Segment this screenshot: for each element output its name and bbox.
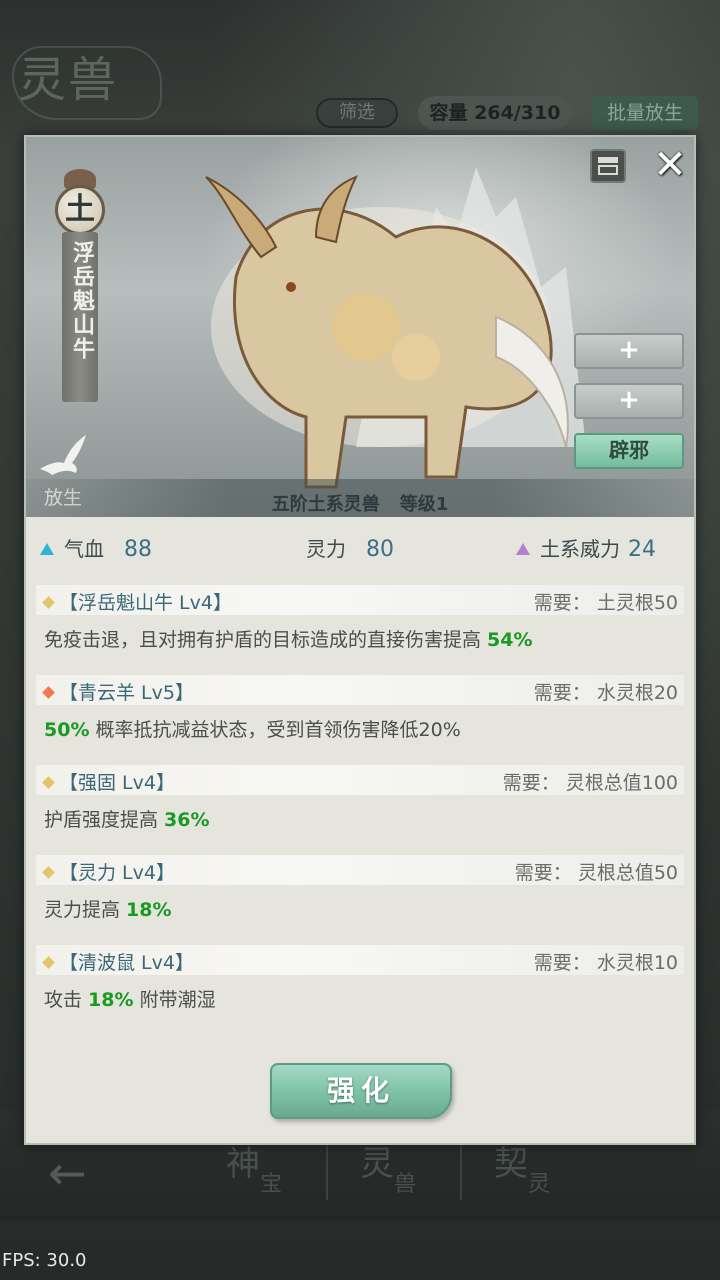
fps-counter: FPS: 30.0 [2, 1250, 87, 1271]
nav-tab-treasure[interactable]: 神 宝 [226, 1136, 326, 1206]
diamond-icon [42, 776, 55, 789]
skill-description: 灵力提高 18% [44, 899, 172, 921]
beast-detail-panel: 土 浮岳魁山牛 放生 ✕ + + 辟邪 五阶土系灵兽等级1 气血88 灵力80 … [24, 135, 696, 1145]
stat-spirit: 灵力 80 [306, 537, 394, 562]
triangle-up-icon [516, 543, 530, 555]
skill-requirement: 需要： 水灵根10 [533, 952, 678, 974]
stats-row: 气血 88 灵力 80 土系威力 24 [26, 533, 694, 569]
close-icon[interactable]: ✕ [652, 145, 688, 185]
add-slot-button[interactable]: + [574, 383, 684, 419]
element-badge: 土 [52, 165, 108, 235]
stat-hp: 气血 88 [40, 533, 152, 562]
nav-tab-contract[interactable]: 契 灵 [494, 1136, 594, 1206]
diamond-icon [42, 866, 55, 879]
skill-requirement: 需要： 灵根总值100 [502, 772, 678, 794]
nav-tab-beast[interactable]: 灵 兽 [360, 1136, 460, 1206]
skill-requirement: 需要： 土灵根50 [533, 592, 678, 614]
skill-item: 【青云羊 Lv5】 需要： 水灵根20 50% 概率抵抗减益状态，受到首领伤害降… [36, 675, 684, 742]
skill-description: 50% 概率抵抗减益状态，受到首领伤害降低20% [44, 719, 461, 741]
back-arrow-icon[interactable]: ← [48, 1146, 87, 1200]
element-earth-icon: 土 [55, 185, 105, 235]
skill-item: 【浮岳魁山牛 Lv4】 需要： 土灵根50 免疫击退，且对拥有护盾的目标造成的直… [36, 585, 684, 652]
upgrade-button[interactable]: 强化 [270, 1063, 452, 1119]
skill-name: 【清波鼠 Lv4】 [59, 952, 194, 974]
beast-name: 浮岳魁山牛 [69, 241, 95, 361]
skill-requirement: 需要： 水灵根20 [533, 682, 678, 704]
beast-level: 等级1 [399, 494, 449, 515]
skill-requirement: 需要： 灵根总值50 [514, 862, 678, 884]
skill-description: 免疫击退，且对拥有护盾的目标造成的直接伤害提高 54% [44, 629, 533, 651]
slot-bixie-button[interactable]: 辟邪 [574, 433, 684, 469]
capacity-indicator: 容量 264/310 [418, 96, 572, 130]
stat-earth-power: 土系威力 24 [516, 533, 656, 562]
filter-button[interactable]: 筛选 [316, 98, 398, 128]
skill-description: 攻击 18% 附带潮湿 [44, 989, 216, 1011]
skill-description: 护盾强度提高 36% [44, 809, 210, 831]
skill-name: 【浮岳魁山牛 Lv4】 [59, 592, 232, 614]
beast-hero-area: 土 浮岳魁山牛 放生 ✕ + + 辟邪 五阶土系灵兽等级1 [26, 137, 694, 517]
diamond-icon [42, 956, 55, 969]
chest-icon[interactable] [590, 149, 626, 183]
skill-name: 【灵力 Lv4】 [59, 862, 175, 884]
rank-level-text: 五阶土系灵兽 等级1 [26, 490, 694, 516]
page-title: 灵兽 [12, 40, 162, 120]
skill-item: 【清波鼠 Lv4】 需要： 水灵根10 攻击 18% 附带潮湿 [36, 945, 684, 1012]
nav-divider [326, 1140, 328, 1200]
diamond-icon [42, 686, 55, 699]
title-swirl-decoration [12, 46, 162, 120]
skill-name: 【青云羊 Lv5】 [59, 682, 194, 704]
diamond-icon [42, 596, 55, 609]
triangle-up-icon [40, 543, 54, 555]
skill-item: 【强固 Lv4】 需要： 灵根总值100 护盾强度提高 36% [36, 765, 684, 832]
skill-item: 【灵力 Lv4】 需要： 灵根总值50 灵力提高 18% [36, 855, 684, 922]
bird-icon[interactable] [38, 433, 88, 477]
beast-illustration [205, 175, 569, 489]
beast-rank: 五阶土系灵兽 [271, 494, 380, 515]
skill-name: 【强固 Lv4】 [59, 772, 175, 794]
nav-divider [460, 1140, 462, 1200]
add-slot-button[interactable]: + [574, 333, 684, 369]
batch-release-button[interactable]: 批量放生 [592, 96, 698, 130]
